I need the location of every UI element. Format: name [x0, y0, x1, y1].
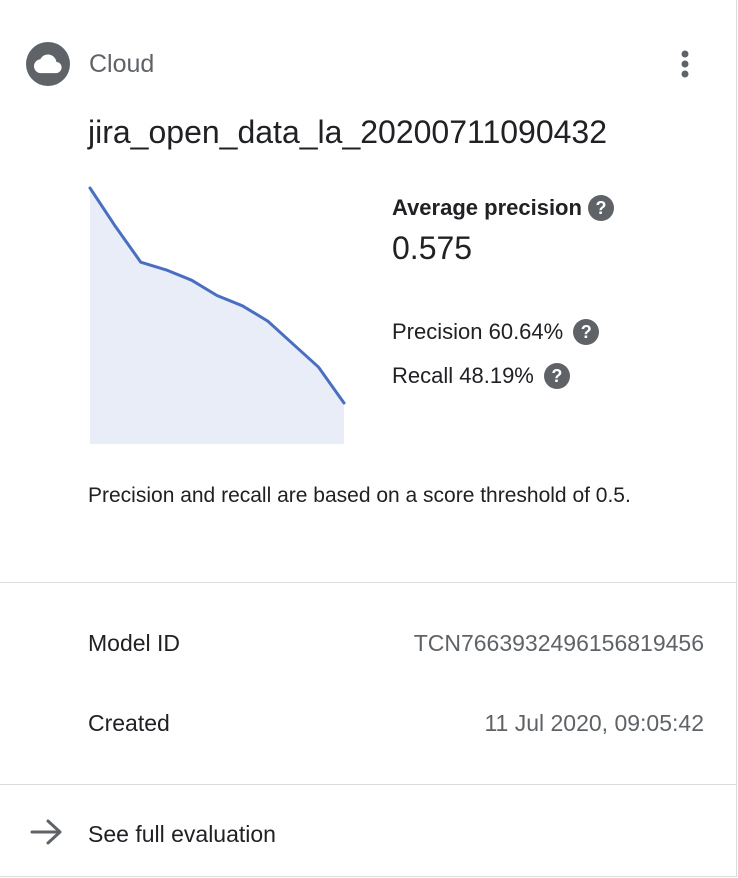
see-full-evaluation-link[interactable]: See full evaluation: [30, 812, 276, 856]
help-icon[interactable]: ?: [587, 195, 614, 221]
divider: [0, 582, 736, 583]
see-full-evaluation-label: See full evaluation: [88, 820, 276, 847]
recall-label: Recall 48.19%: [392, 363, 534, 388]
average-precision-value: 0.575: [392, 230, 473, 266]
recall-row: Recall 48.19% ?: [392, 358, 712, 394]
more-vert-icon[interactable]: [670, 46, 700, 82]
model-name: jira_open_data_la_20200711090432: [88, 114, 608, 150]
average-precision-title: Average precision ?: [392, 190, 712, 226]
average-precision-label: Average precision: [392, 195, 582, 220]
precision-label: Precision 60.64%: [392, 319, 564, 344]
help-icon[interactable]: ?: [573, 319, 600, 345]
precision-recall-chart: [88, 186, 346, 444]
detail-value: TCN7663932496156819456: [413, 629, 704, 656]
detail-key: Model ID: [88, 629, 181, 656]
curve-area: [90, 188, 344, 444]
threshold-note: Precision and recall are based on a scor…: [88, 484, 631, 507]
divider: [0, 784, 736, 785]
model-card: Cloud jira_open_data_la_20200711090432 A…: [0, 0, 737, 877]
cloud-icon: [26, 42, 70, 86]
detail-row-model-id: Model ID TCN7663932496156819456: [88, 623, 704, 663]
detail-row-created: Created 11 Jul 2020, 09:05:42: [88, 703, 704, 743]
precision-recall-svg: [88, 186, 346, 444]
card-header: Cloud: [26, 40, 154, 88]
help-icon[interactable]: ?: [543, 363, 570, 389]
metrics-panel: Average precision ? 0.575 Precision 60.6…: [392, 190, 712, 394]
arrow-right-icon: [30, 818, 64, 851]
detail-key: Created: [88, 709, 170, 736]
precision-row: Precision 60.64% ?: [392, 314, 712, 350]
detail-value: 11 Jul 2020, 09:05:42: [484, 709, 704, 736]
header-label: Cloud: [89, 49, 155, 78]
